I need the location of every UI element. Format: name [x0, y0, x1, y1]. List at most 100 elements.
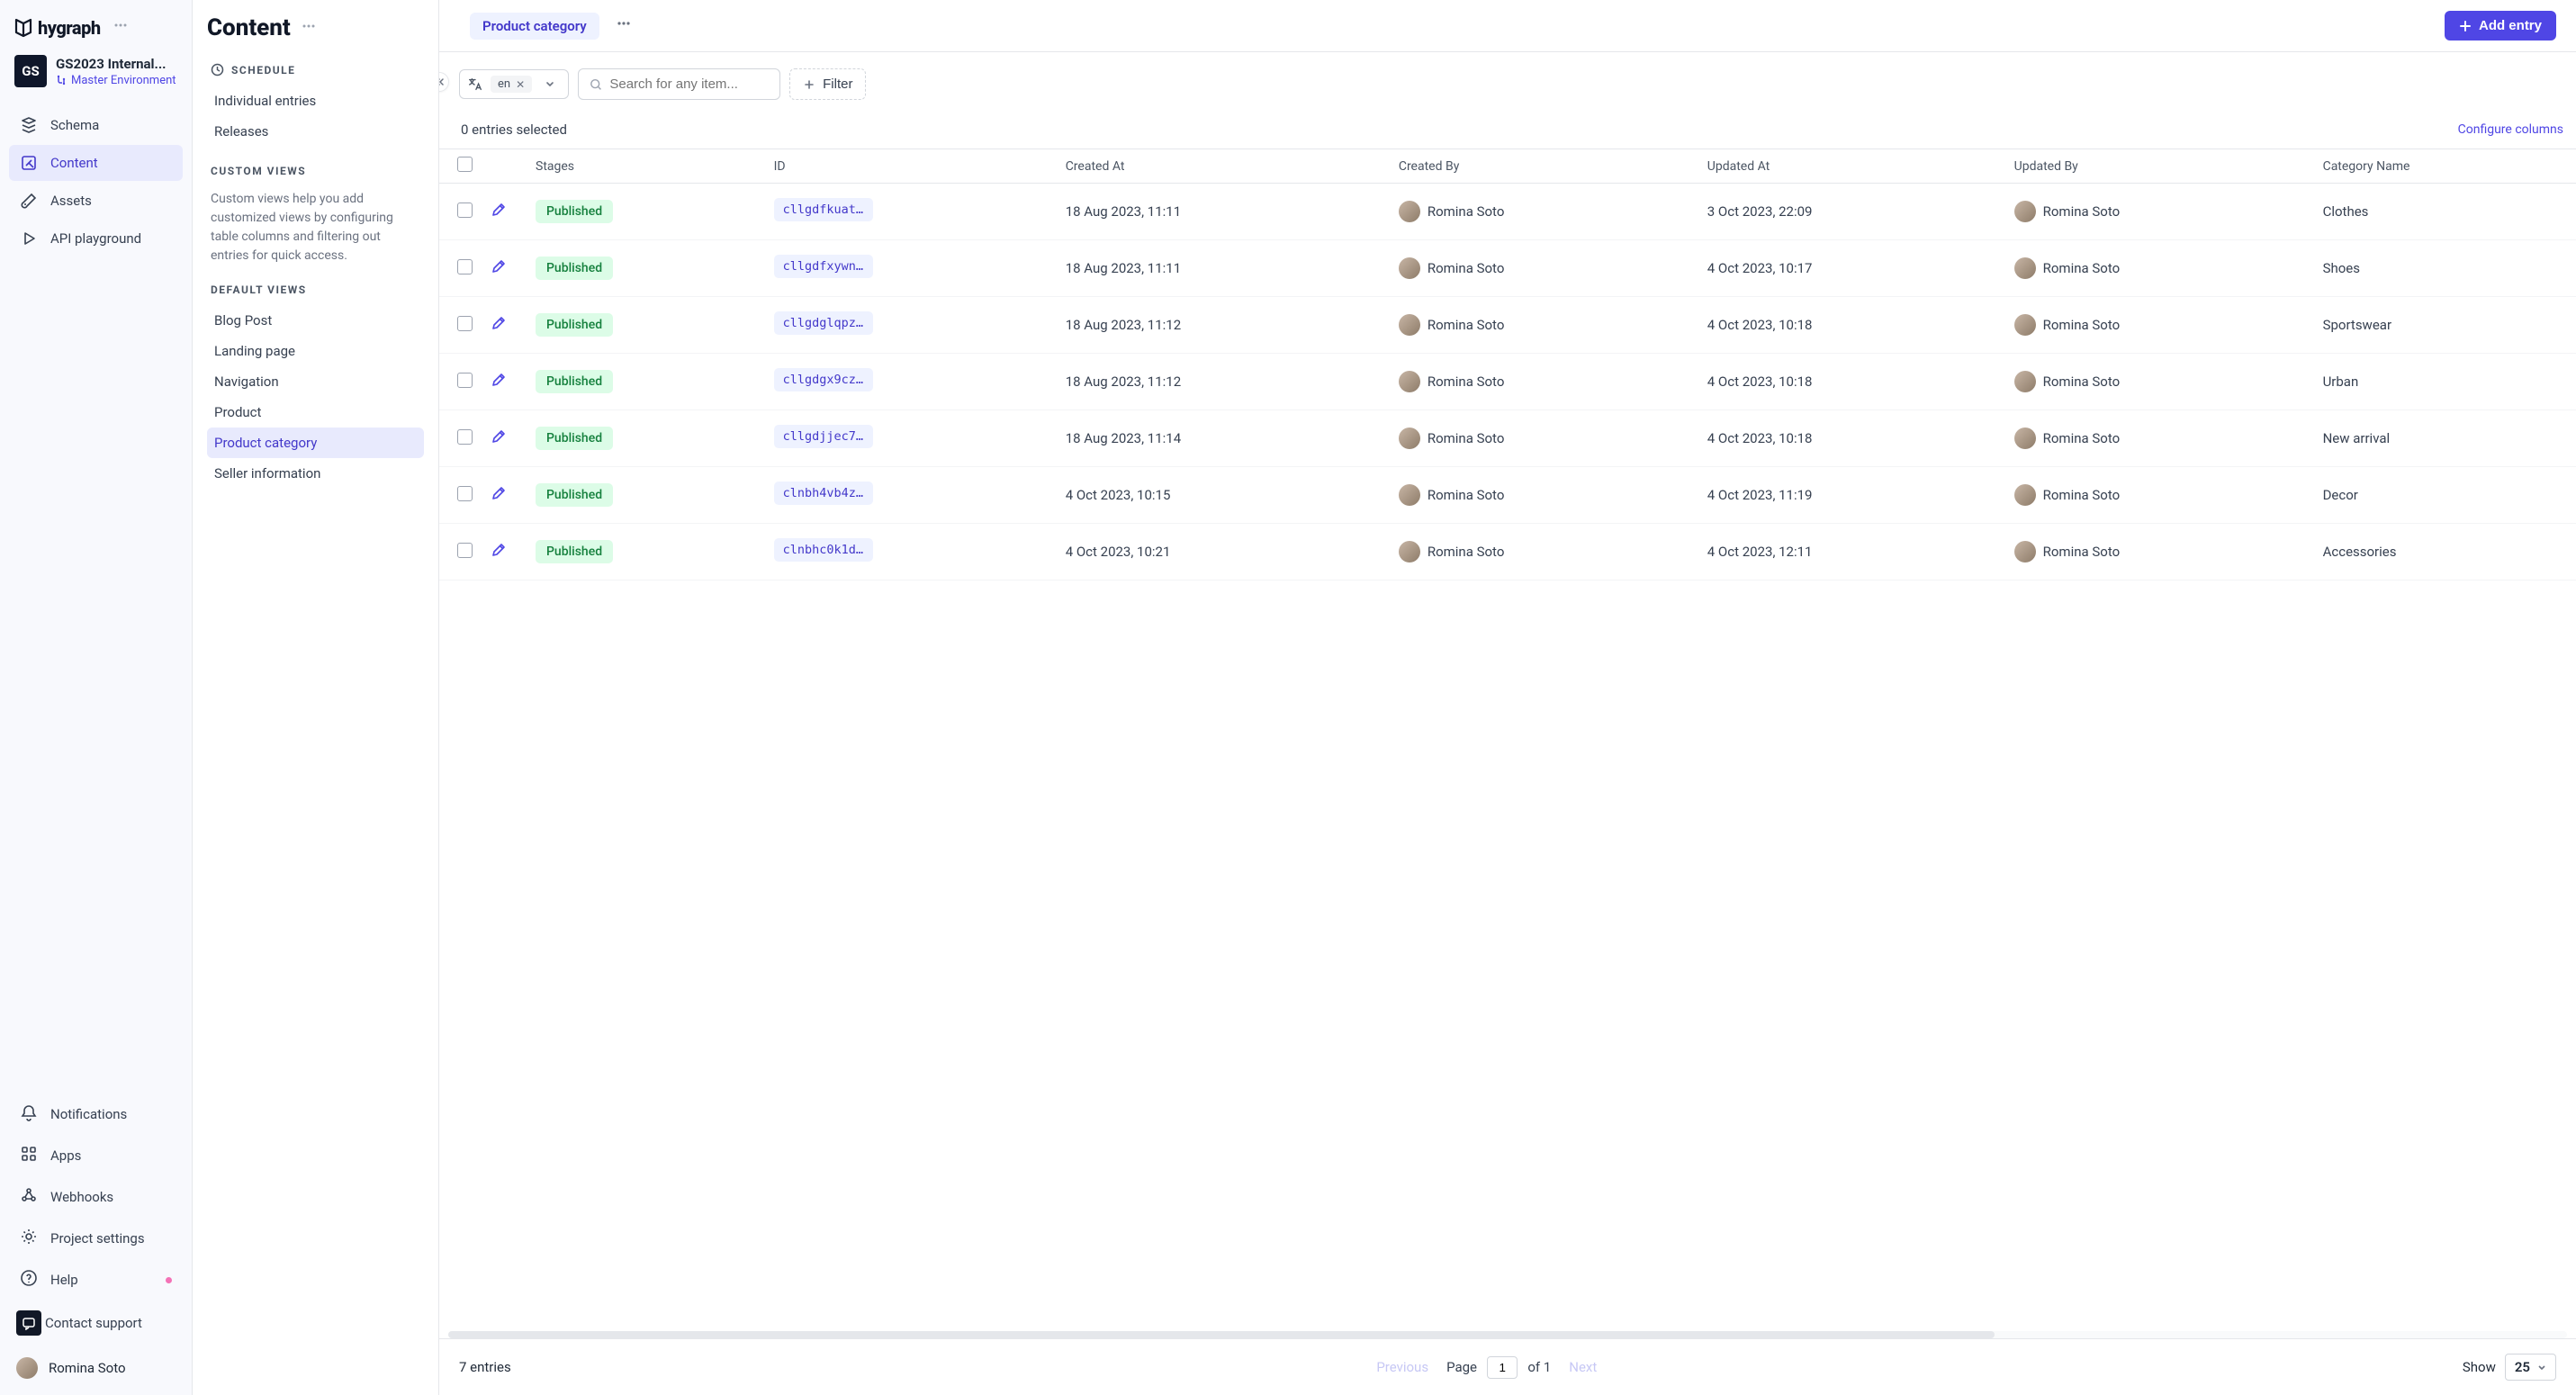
- entry-id[interactable]: clnbh4vb4z8g...: [774, 482, 873, 505]
- chevron-down-icon[interactable]: [539, 76, 561, 93]
- edit-icon: [491, 486, 506, 501]
- collapse-sidebar-button[interactable]: [439, 72, 449, 92]
- row-checkbox[interactable]: [457, 316, 473, 331]
- nav-item-schema[interactable]: Schema: [9, 107, 183, 143]
- row-checkbox[interactable]: [457, 543, 473, 558]
- page-of: of 1: [1527, 1359, 1551, 1375]
- nav-item-label: Help: [50, 1272, 78, 1288]
- nav-item-project-settings[interactable]: Project settings: [9, 1219, 183, 1258]
- nav-item-notifications[interactable]: Notifications: [9, 1094, 183, 1134]
- default-view-item[interactable]: Seller information: [207, 458, 424, 489]
- row-checkbox[interactable]: [457, 202, 473, 218]
- current-user-name: Romina Soto: [49, 1360, 126, 1376]
- created-by: Romina Soto: [1399, 541, 1689, 562]
- schedule-item[interactable]: Individual entries: [207, 86, 424, 116]
- row-checkbox[interactable]: [457, 486, 473, 501]
- row-checkbox[interactable]: [457, 259, 473, 274]
- entry-id[interactable]: cllgdfkuatfqd0...: [774, 198, 873, 221]
- current-user[interactable]: Romina Soto: [5, 1348, 186, 1388]
- column-header[interactable]: Updated At: [1698, 149, 2005, 184]
- page-size-select[interactable]: 25: [2505, 1354, 2556, 1381]
- schedule-item[interactable]: Releases: [207, 116, 424, 147]
- table-row[interactable]: Published cllgdfxywner4... 18 Aug 2023, …: [439, 240, 2576, 297]
- table-row[interactable]: Published cllgdgx9czv1y... 18 Aug 2023, …: [439, 354, 2576, 410]
- nav-item-label: Content: [50, 155, 98, 171]
- topbar: Product category Add entry: [439, 0, 2576, 52]
- previous-button[interactable]: Previous: [1376, 1359, 1428, 1375]
- updated-at: 4 Oct 2023, 11:19: [1698, 467, 2005, 524]
- row-checkbox[interactable]: [457, 373, 473, 388]
- table-row[interactable]: Published cllgdjjec7wnt0... 18 Aug 2023,…: [439, 410, 2576, 467]
- row-checkbox[interactable]: [457, 429, 473, 445]
- table-row[interactable]: Published clnbhc0k1dr1f... 4 Oct 2023, 1…: [439, 524, 2576, 580]
- table-row[interactable]: Published cllgdglqpzuer0... 18 Aug 2023,…: [439, 297, 2576, 354]
- edit-row-button[interactable]: [491, 432, 506, 448]
- edit-row-button[interactable]: [491, 319, 506, 335]
- horizontal-scrollbar[interactable]: [448, 1331, 2567, 1338]
- nav-item-api-playground[interactable]: API playground: [9, 220, 183, 256]
- primary-sidebar: hygraph GS GS2023 Internal... Master Env…: [0, 0, 193, 1395]
- breadcrumb-menu-icon[interactable]: [616, 15, 632, 36]
- default-view-item[interactable]: Blog Post: [207, 305, 424, 336]
- column-header[interactable]: Updated By: [2005, 149, 2314, 184]
- configure-columns-link[interactable]: Configure columns: [2458, 122, 2563, 137]
- next-button[interactable]: Next: [1569, 1359, 1597, 1375]
- nav-item-label: Notifications: [50, 1106, 127, 1122]
- column-header[interactable]: Created By: [1390, 149, 1698, 184]
- category-name: Urban: [2314, 354, 2576, 410]
- entries-selected: 0 entries selected: [461, 122, 567, 138]
- stage-badge: Published: [536, 256, 613, 280]
- nav-item-content[interactable]: Content: [9, 145, 183, 181]
- entry-id[interactable]: cllgdfxywner4...: [774, 255, 873, 278]
- clock-icon: [211, 63, 224, 76]
- edit-icon: [491, 202, 506, 218]
- avatar: [2014, 428, 2036, 449]
- language-tag[interactable]: en ✕: [491, 76, 532, 93]
- edit-row-button[interactable]: [491, 205, 506, 221]
- breadcrumb-chip[interactable]: Product category: [470, 13, 599, 40]
- table-row[interactable]: Published cllgdfkuatfqd0... 18 Aug 2023,…: [439, 184, 2576, 240]
- entry-id[interactable]: cllgdglqpzuer0...: [774, 311, 873, 335]
- brand-logo[interactable]: hygraph: [14, 17, 101, 39]
- edit-row-button[interactable]: [491, 375, 506, 392]
- edit-row-button[interactable]: [491, 545, 506, 562]
- nav-item-help[interactable]: Help: [9, 1260, 183, 1300]
- column-header[interactable]: ID: [765, 149, 1057, 184]
- select-all-checkbox[interactable]: [457, 157, 473, 172]
- entry-id[interactable]: clnbhc0k1dr1f...: [774, 538, 873, 562]
- nav-item-assets[interactable]: Assets: [9, 183, 183, 219]
- default-view-item[interactable]: Product: [207, 397, 424, 428]
- updated-by: Romina Soto: [2014, 201, 2305, 222]
- page-title: Content: [207, 14, 291, 41]
- default-view-item[interactable]: Product category: [207, 428, 424, 458]
- language-selector[interactable]: en ✕: [459, 69, 569, 99]
- entry-id[interactable]: cllgdjjec7wnt0...: [774, 425, 873, 448]
- updated-at: 4 Oct 2023, 10:17: [1698, 240, 2005, 297]
- column-header[interactable]: Category Name: [2314, 149, 2576, 184]
- updated-by: Romina Soto: [2014, 541, 2305, 562]
- workspace-switcher[interactable]: GS GS2023 Internal... Master Environment: [5, 51, 186, 104]
- schedule-heading: SCHEDULE: [207, 54, 424, 86]
- nav-item-apps[interactable]: Apps: [9, 1136, 183, 1175]
- search-box[interactable]: [578, 68, 780, 100]
- edit-row-button[interactable]: [491, 262, 506, 278]
- page-input[interactable]: [1487, 1356, 1518, 1379]
- nav-item-webhooks[interactable]: Webhooks: [9, 1177, 183, 1217]
- stage-badge: Published: [536, 200, 613, 223]
- entry-id[interactable]: cllgdgx9czv1y...: [774, 368, 873, 392]
- filter-button[interactable]: Filter: [789, 68, 866, 100]
- brand-menu-icon[interactable]: [110, 14, 131, 40]
- add-entry-button[interactable]: Add entry: [2445, 11, 2556, 40]
- avatar: [1399, 541, 1420, 562]
- default-view-item[interactable]: Landing page: [207, 336, 424, 366]
- edit-row-button[interactable]: [491, 489, 506, 505]
- search-input[interactable]: [609, 76, 769, 92]
- nav-item-label: Apps: [50, 1148, 81, 1164]
- column-header[interactable]: Stages: [527, 149, 765, 184]
- remove-language-icon[interactable]: ✕: [516, 78, 525, 91]
- nav-item-contact-support[interactable]: Contact support: [9, 1301, 183, 1345]
- column-header[interactable]: Created At: [1057, 149, 1390, 184]
- default-view-item[interactable]: Navigation: [207, 366, 424, 397]
- page-title-menu-icon[interactable]: [302, 19, 316, 38]
- table-row[interactable]: Published clnbh4vb4z8g... 4 Oct 2023, 10…: [439, 467, 2576, 524]
